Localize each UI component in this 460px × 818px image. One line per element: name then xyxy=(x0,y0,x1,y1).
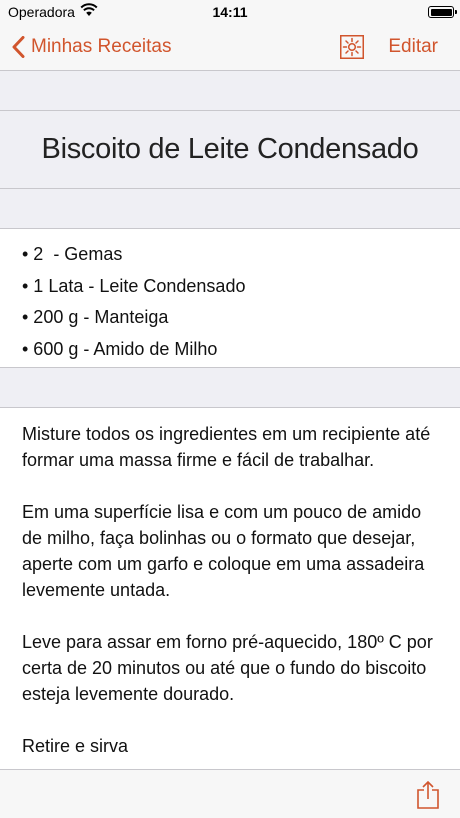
battery-icon xyxy=(428,6,457,18)
ingredients-list: • 2 - Gemas • 1 Lata - Leite Condensado … xyxy=(0,229,460,365)
ingredient-item: • 600 g - Amido de Milho xyxy=(22,338,218,359)
status-bar: Operadora 14:11 xyxy=(0,0,460,24)
ingredient-item: • 1 Lata - Leite Condensado xyxy=(22,275,246,296)
sun-icon xyxy=(340,35,364,59)
instruction-paragraph: Em uma superfície lisa e com um pouco de… xyxy=(22,502,425,600)
chevron-left-icon xyxy=(12,36,25,58)
share-button[interactable] xyxy=(416,780,440,810)
instruction-paragraph: Misture todos os ingredientes em um reci… xyxy=(22,424,431,470)
instruction-paragraph: Leve para assar em forno pré-aquecido, 1… xyxy=(22,632,433,704)
back-button-label: Minhas Receitas xyxy=(31,36,172,57)
back-button[interactable]: Minhas Receitas xyxy=(12,34,171,60)
ingredient-item: • 2 - Gemas xyxy=(22,244,123,264)
edit-button[interactable]: Editar xyxy=(388,36,438,58)
recipe-title-section: Biscoito de Leite Condensado xyxy=(0,110,460,189)
status-time: 14:11 xyxy=(212,4,248,20)
instructions-section: Misture todos os ingredientes em um reci… xyxy=(0,407,460,769)
ingredients-section: • 2 - Gemas • 1 Lata - Leite Condensado … xyxy=(0,228,460,368)
bottom-toolbar xyxy=(0,769,460,818)
recipe-title: Biscoito de Leite Condensado xyxy=(41,133,419,165)
ingredient-item: • 200 g - Manteiga xyxy=(22,307,169,327)
share-icon xyxy=(417,780,439,809)
instruction-paragraph: Retire e sirva xyxy=(22,736,129,756)
navigation-bar: Minhas Receitas Editar xyxy=(0,24,460,71)
sun-button[interactable] xyxy=(340,35,364,59)
